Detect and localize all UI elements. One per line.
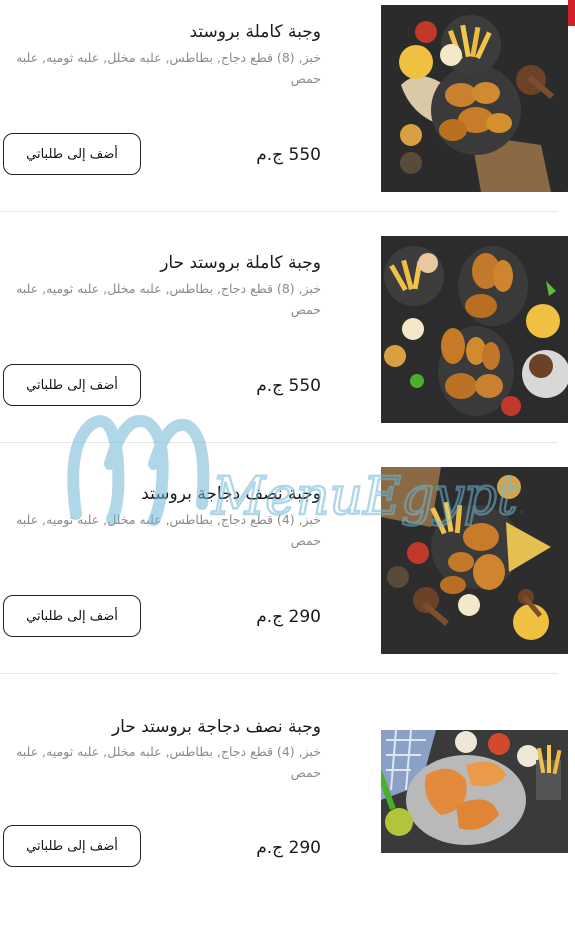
divider (0, 442, 558, 443)
item-photo[interactable] (381, 236, 568, 423)
food-photo-icon (381, 467, 568, 654)
item-title: وجبة نصف دجاجة بروستد حار (111, 717, 321, 737)
item-description: خبز, (4) قطع دجاج, بطاطس, علبه مخلل, علب… (16, 744, 321, 780)
item-price: 550 ج.م (256, 376, 321, 396)
add-to-order-button[interactable]: أضف إلى طلباتي (3, 133, 141, 175)
menu-item: وجبة نصف دجاجة بروستد حار خبز, (4) قطع د… (0, 693, 575, 924)
divider (0, 673, 558, 674)
add-to-order-button[interactable]: أضف إلى طلباتي (3, 595, 141, 637)
item-photo[interactable] (381, 730, 568, 853)
item-price: 290 ج.م (256, 607, 321, 627)
item-photo[interactable] (381, 5, 568, 192)
item-title: وجبة نصف دجاجة بروستد (141, 484, 321, 504)
item-price: 550 ج.م (256, 145, 321, 165)
add-to-order-button[interactable]: أضف إلى طلباتي (3, 364, 141, 406)
item-price: 290 ج.م (256, 838, 321, 858)
food-photo-icon (381, 236, 568, 423)
item-description: خبز, (4) قطع دجاج, بطاطس, علبه مخلل, علب… (16, 512, 321, 548)
menu-item: وجبة كاملة بروستد خبز, (8) قطع دجاج, بطا… (0, 0, 575, 231)
add-to-order-button[interactable]: أضف إلى طلباتي (3, 825, 141, 867)
item-description: خبز, (8) قطع دجاج, بطاطس, علبه مخلل, علب… (16, 281, 321, 317)
divider (0, 211, 558, 212)
item-description: خبز, (8) قطع دجاج, بطاطس, علبه مخلل, علب… (16, 50, 321, 86)
menu-item: وجبة نصف دجاجة بروستد خبز, (4) قطع دجاج,… (0, 462, 575, 693)
item-title: وجبة كاملة بروستد (189, 22, 321, 42)
item-photo[interactable] (381, 467, 568, 654)
food-photo-icon (381, 730, 568, 853)
menu-item: وجبة كاملة بروستد حار خبز, (8) قطع دجاج,… (0, 231, 575, 462)
item-title: وجبة كاملة بروستد حار (160, 253, 321, 273)
food-photo-icon (381, 5, 568, 192)
